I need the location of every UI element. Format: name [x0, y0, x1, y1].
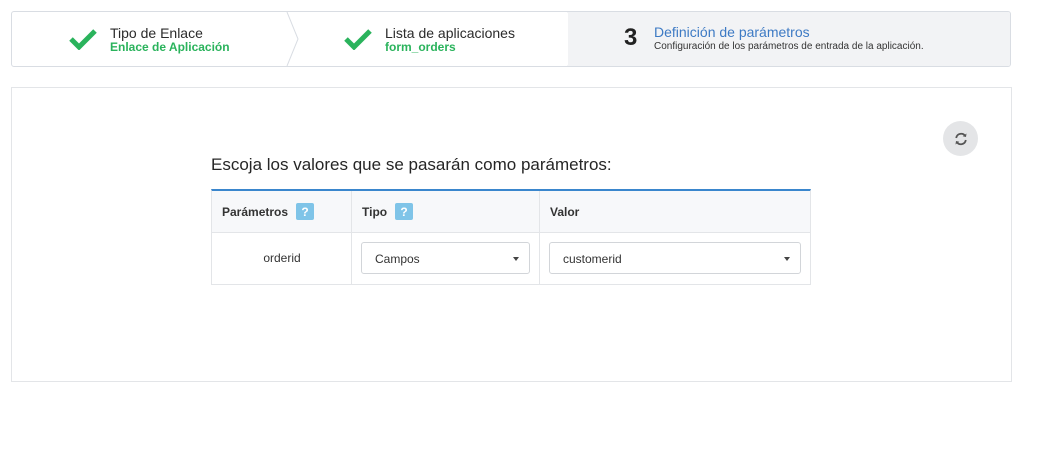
value-select[interactable]: customerid [549, 242, 801, 274]
check-icon [69, 29, 97, 50]
wizard-step-lista-de-aplicaciones[interactable]: Lista de aplicaciones form_orders [287, 12, 568, 66]
step-subtitle: form_orders [385, 40, 456, 54]
parameters-table: Parámetros ? Tipo ? Valor orderid Campos [211, 189, 811, 285]
table-row: orderid Campos customerid [212, 233, 810, 284]
parameter-name: orderid [263, 251, 301, 265]
form-heading: Escoja los valores que se pasarán como p… [211, 155, 612, 174]
chevron-down-icon [784, 257, 790, 261]
header-label: Parámetros [222, 205, 289, 219]
refresh-button[interactable] [943, 121, 978, 156]
header-valor: Valor [540, 191, 810, 232]
type-select[interactable]: Campos [361, 242, 530, 274]
wizard-steps: Tipo de Enlace Enlace de Aplicación List… [11, 11, 1011, 67]
step-subtitle: Enlace de Aplicación [110, 40, 230, 54]
parameter-cell: orderid [212, 233, 352, 284]
step-description: Configuración de los parámetros de entra… [654, 41, 924, 52]
wizard-step-tipo-de-enlace[interactable]: Tipo de Enlace Enlace de Aplicación [12, 12, 287, 66]
chevron-down-icon [513, 257, 519, 261]
header-label: Valor [550, 205, 580, 219]
header-label: Tipo [362, 205, 388, 219]
refresh-icon [954, 132, 967, 145]
step-title: Definición de parámetros [654, 24, 810, 40]
header-tipo: Tipo ? [352, 191, 540, 232]
value-cell: customerid [540, 233, 810, 284]
select-value: customerid [563, 252, 622, 266]
type-cell: Campos [352, 233, 540, 284]
select-value: Campos [375, 252, 420, 266]
help-icon[interactable]: ? [395, 203, 413, 220]
parameters-panel: Escoja los valores que se pasarán como p… [11, 87, 1012, 382]
check-icon [344, 29, 372, 50]
step-number: 3 [624, 24, 638, 51]
table-header: Parámetros ? Tipo ? Valor [212, 191, 810, 233]
step-title: Tipo de Enlace [110, 25, 203, 41]
help-icon[interactable]: ? [296, 203, 314, 220]
header-parametros: Parámetros ? [212, 191, 352, 232]
step-title: Lista de aplicaciones [385, 25, 515, 41]
wizard-step-definicion-de-parametros[interactable]: 3 Definición de parámetros Configuración… [568, 12, 1010, 66]
